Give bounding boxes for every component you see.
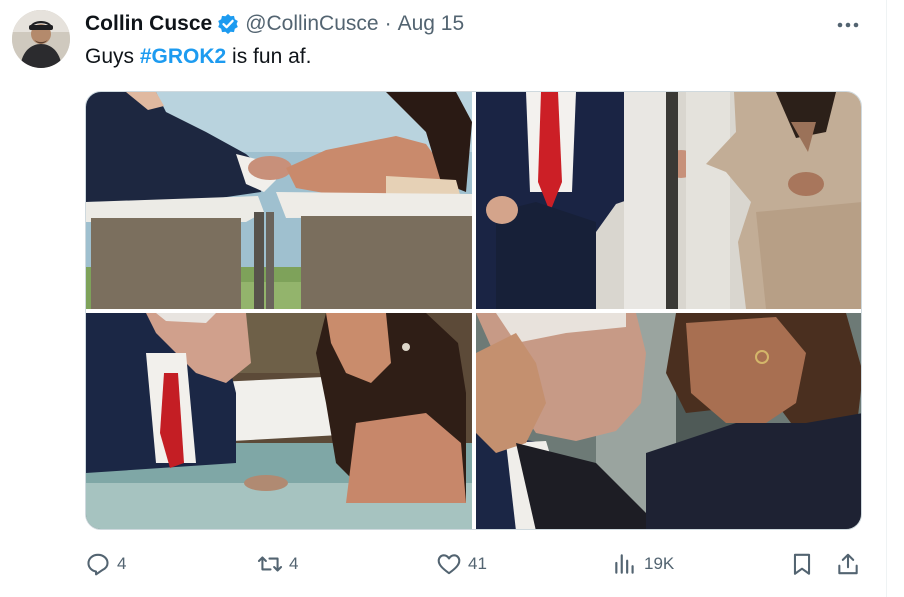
more-options-button[interactable] bbox=[833, 14, 863, 36]
tweet-text-prefix: Guys bbox=[85, 45, 140, 68]
tweet-header: Collin Cusce @CollinCusce · Aug 15 bbox=[85, 10, 464, 38]
media-image-2[interactable] bbox=[476, 92, 861, 309]
tweet-action-bar: 4 4 41 19K bbox=[85, 548, 865, 580]
more-horizontal-icon bbox=[837, 22, 859, 28]
bookmark-icon bbox=[793, 553, 811, 575]
bookmark-button[interactable] bbox=[789, 548, 815, 580]
repost-count: 4 bbox=[289, 554, 299, 573]
hashtag-link[interactable]: #GROK2 bbox=[140, 45, 226, 68]
share-button[interactable] bbox=[835, 548, 861, 580]
author-display-name[interactable]: Collin Cusce bbox=[85, 12, 212, 36]
views-icon bbox=[615, 554, 634, 574]
like-count: 41 bbox=[468, 554, 487, 573]
reply-count: 4 bbox=[117, 554, 127, 573]
tweet-text-suffix: is fun af. bbox=[226, 45, 312, 68]
views-count: 19K bbox=[644, 554, 675, 573]
verified-badge-icon[interactable] bbox=[217, 13, 239, 35]
repost-icon bbox=[257, 556, 283, 572]
media-image-3[interactable] bbox=[86, 313, 472, 529]
author-handle[interactable]: @CollinCusce bbox=[245, 12, 378, 36]
timeline-border bbox=[886, 0, 887, 597]
views-button[interactable]: 19K bbox=[612, 548, 674, 580]
tweet-text: Guys #GROK2 is fun af. bbox=[85, 45, 311, 69]
heart-icon bbox=[437, 554, 461, 575]
separator-dot: · bbox=[384, 12, 392, 35]
media-grid bbox=[85, 91, 862, 530]
avatar[interactable] bbox=[12, 10, 70, 68]
like-button[interactable]: 41 bbox=[436, 548, 487, 580]
reply-button[interactable]: 4 bbox=[85, 548, 126, 580]
media-image-1[interactable] bbox=[86, 92, 472, 309]
reply-icon bbox=[87, 553, 109, 576]
share-icon bbox=[838, 553, 858, 575]
user-avatar-icon bbox=[12, 10, 70, 68]
media-image-4[interactable] bbox=[476, 313, 861, 529]
tweet-date[interactable]: Aug 15 bbox=[398, 12, 465, 36]
repost-button[interactable]: 4 bbox=[257, 548, 298, 580]
